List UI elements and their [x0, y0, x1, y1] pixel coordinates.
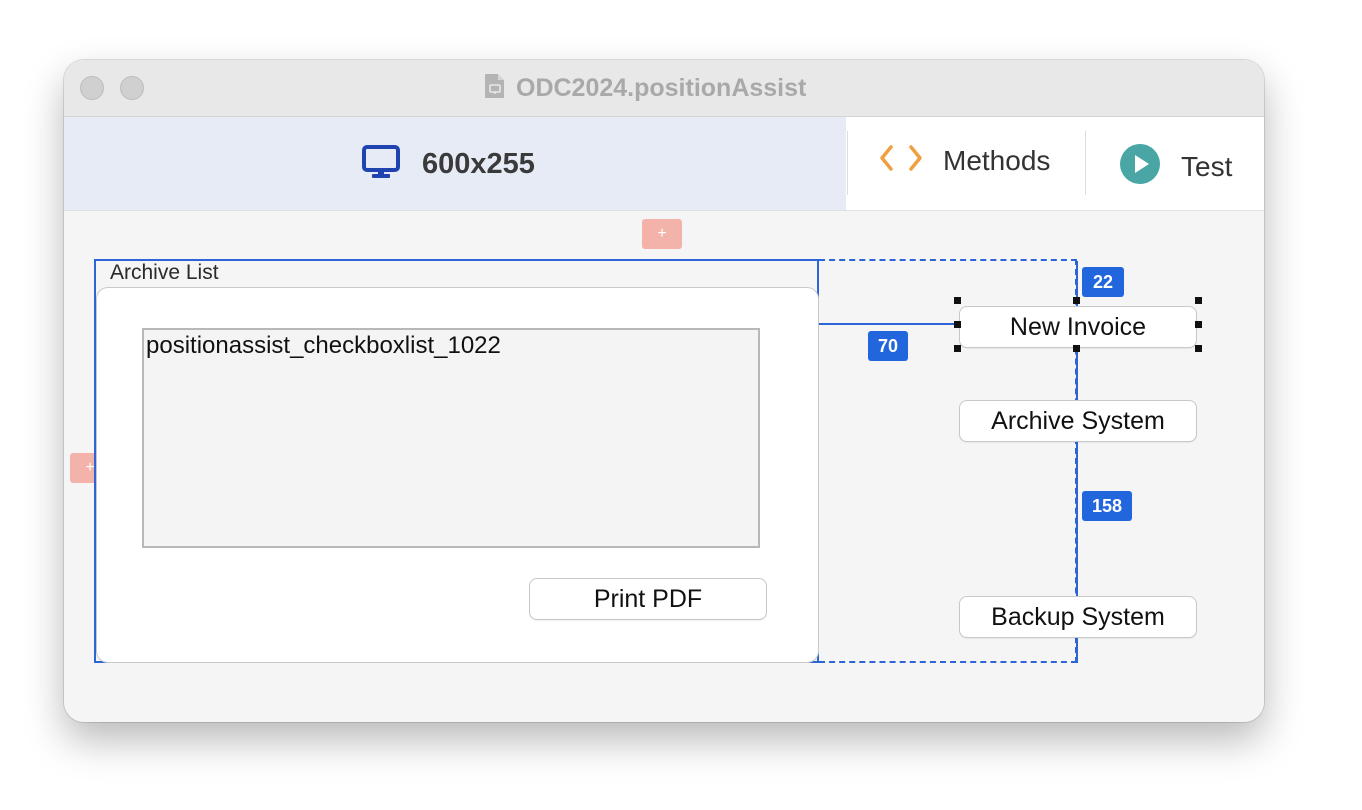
checkbox-list[interactable]: positionassist_checkboxlist_1022 [142, 328, 760, 548]
resize-handle-top-left[interactable] [954, 297, 961, 304]
code-brackets-icon [879, 143, 923, 178]
editor-toolbar: 600x255 Methods Test [64, 117, 1264, 211]
app-window: ODC2024.positionAssist 600x255 Methods T… [64, 60, 1264, 722]
test-label: Test [1181, 150, 1233, 182]
print-pdf-button[interactable]: Print PDF [529, 578, 767, 620]
resize-handle-top-right[interactable] [1195, 297, 1202, 304]
close-window-button[interactable] [80, 76, 104, 100]
backup-system-button[interactable]: Backup System [959, 596, 1197, 638]
add-row-top-button[interactable]: + [642, 219, 682, 249]
resize-handle-bottom-right[interactable] [1195, 345, 1202, 352]
resize-handle-bottom-center[interactable] [1073, 345, 1080, 352]
group-box: positionassist_checkboxlist_1022 Print P… [96, 287, 819, 663]
toolbar-divider [1085, 131, 1086, 195]
screen-size-label: 600x255 [422, 148, 535, 180]
distance-badge-bottom: 158 [1082, 491, 1132, 521]
minimize-window-button[interactable] [120, 76, 144, 100]
horizontal-guide-line [819, 323, 958, 325]
screen-size-tab[interactable]: 600x255 [64, 117, 846, 210]
test-button[interactable]: Test [1119, 143, 1232, 190]
resize-handle-bottom-left[interactable] [954, 345, 961, 352]
checkbox-list-name: positionassist_checkboxlist_1022 [146, 332, 501, 359]
distance-badge-left: 70 [868, 331, 908, 361]
toolbar-divider [847, 131, 848, 195]
document-icon [484, 73, 506, 104]
archive-list-group[interactable]: Archive List positionassist_checkboxlist… [94, 259, 819, 663]
methods-button[interactable]: Methods [879, 143, 1050, 178]
window-title-text: ODC2024.positionAssist [516, 73, 807, 102]
play-circle-icon [1119, 143, 1161, 190]
resize-handle-middle-left[interactable] [954, 321, 961, 328]
archive-system-button[interactable]: Archive System [959, 400, 1197, 442]
monitor-icon [362, 145, 400, 184]
title-bar: ODC2024.positionAssist [64, 60, 1264, 117]
group-caption: Archive List [110, 261, 219, 284]
distance-badge-top: 22 [1082, 267, 1124, 297]
new-invoice-button[interactable]: New Invoice [959, 306, 1197, 348]
form-canvas[interactable]: + + Archive List positionassist_checkbox… [64, 211, 1264, 722]
resize-handle-top-center[interactable] [1073, 297, 1080, 304]
window-title: ODC2024.positionAssist [484, 73, 806, 103]
resize-handle-middle-right[interactable] [1195, 321, 1202, 328]
methods-label: Methods [943, 144, 1051, 176]
